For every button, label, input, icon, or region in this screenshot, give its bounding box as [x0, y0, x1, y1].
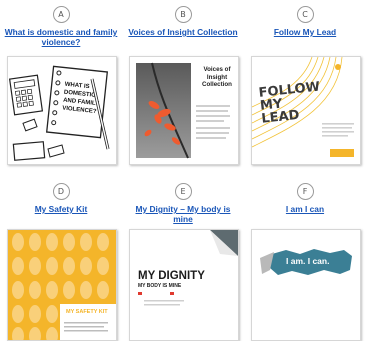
fingerprints-pattern	[8, 230, 116, 340]
resource-thumbnail-e[interactable]: MY DIGNITY MY BODY IS MINE	[129, 229, 239, 341]
resource-letter-e: E	[174, 183, 192, 200]
resource-title-b[interactable]: Voices of Insight Collection	[125, 27, 241, 53]
resource-title-d[interactable]: My Safety Kit	[3, 204, 119, 224]
resource-title-a[interactable]: What is domestic and family violence?	[3, 27, 119, 53]
resource-thumbnail-f[interactable]: I am. I can.	[251, 229, 361, 341]
resource-title-e[interactable]: My Dignity – My body is mine	[125, 204, 241, 224]
resource-thumbnail-b[interactable]: Voices of Insight Collection	[129, 56, 239, 165]
resource-letter-d: D	[52, 183, 70, 200]
resource-letter-f: F	[296, 183, 314, 200]
resource-card-e: E My Dignity – My body is mine MY DIGNIT…	[122, 177, 244, 341]
resource-card-d: D My Safety Kit MY SAFETY KIT	[0, 177, 122, 341]
resource-letter-c: C	[296, 6, 314, 23]
resource-card-a: A What is domestic and family violence? …	[0, 0, 122, 165]
resource-title-c[interactable]: Follow My Lead	[247, 27, 363, 53]
thumbnail-cover-title: MY DIGNITY	[138, 270, 205, 282]
resource-card-c: C Follow My Lead FOLLOW MY LEAD	[244, 0, 366, 165]
resource-thumbnail-d[interactable]: MY SAFETY KIT	[7, 229, 117, 341]
resource-letter-b: B	[174, 6, 192, 23]
thumbnail-cover-title: MY SAFETY KIT	[66, 309, 108, 315]
resource-card-f: F I am I can I am. I can.	[244, 177, 366, 341]
resource-title-f[interactable]: I am I can	[247, 204, 363, 224]
thumbnail-cover-title: Voices of Insight Collection	[202, 66, 232, 88]
resource-thumbnail-a[interactable]: WHAT IS DOMESTIC AND FAMILY VIOLENCE?	[7, 56, 117, 165]
thumbnail-cover-title: I am. I can.	[286, 256, 330, 266]
thumbnail-cover-subtitle: MY BODY IS MINE	[138, 283, 182, 289]
notebook-illustration: WHAT IS DOMESTIC AND FAMILY VIOLENCE?	[8, 57, 116, 164]
thumbnail-cover-title: FOLLOW MY LEAD	[258, 79, 321, 127]
resource-thumbnail-c[interactable]: FOLLOW MY LEAD	[251, 56, 361, 165]
resource-card-b: B Voices of Insight Collection Voices of…	[122, 0, 244, 165]
torn-paper-graphic	[252, 230, 360, 340]
resource-letter-a: A	[52, 6, 70, 23]
